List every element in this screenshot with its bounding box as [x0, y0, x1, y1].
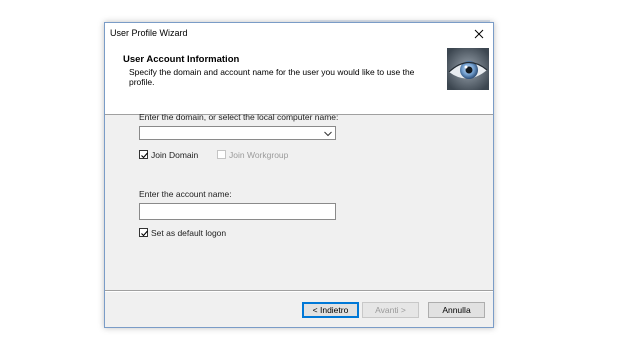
cancel-button[interactable]: Annulla [428, 302, 485, 318]
eye-icon [447, 48, 489, 90]
next-button[interactable]: Avanti > [362, 302, 419, 318]
join-workgroup-checkbox[interactable] [217, 150, 226, 159]
domain-combobox[interactable] [139, 126, 336, 140]
title-bar[interactable]: User Profile Wizard [105, 23, 493, 45]
back-button[interactable]: < Indietro [302, 302, 359, 318]
wizard-dialog: User Profile Wizard User Account Informa… [104, 22, 494, 328]
checkmark-icon [141, 230, 148, 237]
join-domain-label: Join Domain [151, 150, 199, 160]
footer-separator [105, 290, 493, 292]
header-subtitle: Specify the domain and account name for … [129, 67, 415, 87]
account-name-input[interactable] [139, 203, 336, 220]
window-title: User Profile Wizard [110, 28, 188, 38]
join-domain-checkbox[interactable] [139, 150, 148, 159]
default-logon-label: Set as default logon [151, 228, 227, 238]
wizard-header: User Account Information Specify the dom… [105, 45, 493, 115]
close-button[interactable] [465, 23, 493, 45]
header-title: User Account Information [123, 54, 240, 65]
domain-label: Enter the domain, or select the local co… [139, 112, 339, 122]
chevron-down-icon [324, 131, 332, 137]
close-icon [474, 29, 484, 39]
default-logon-checkbox[interactable] [139, 228, 148, 237]
join-workgroup-label: Join Workgroup [229, 150, 289, 160]
checkmark-icon [141, 152, 148, 159]
account-label: Enter the account name: [139, 189, 232, 199]
